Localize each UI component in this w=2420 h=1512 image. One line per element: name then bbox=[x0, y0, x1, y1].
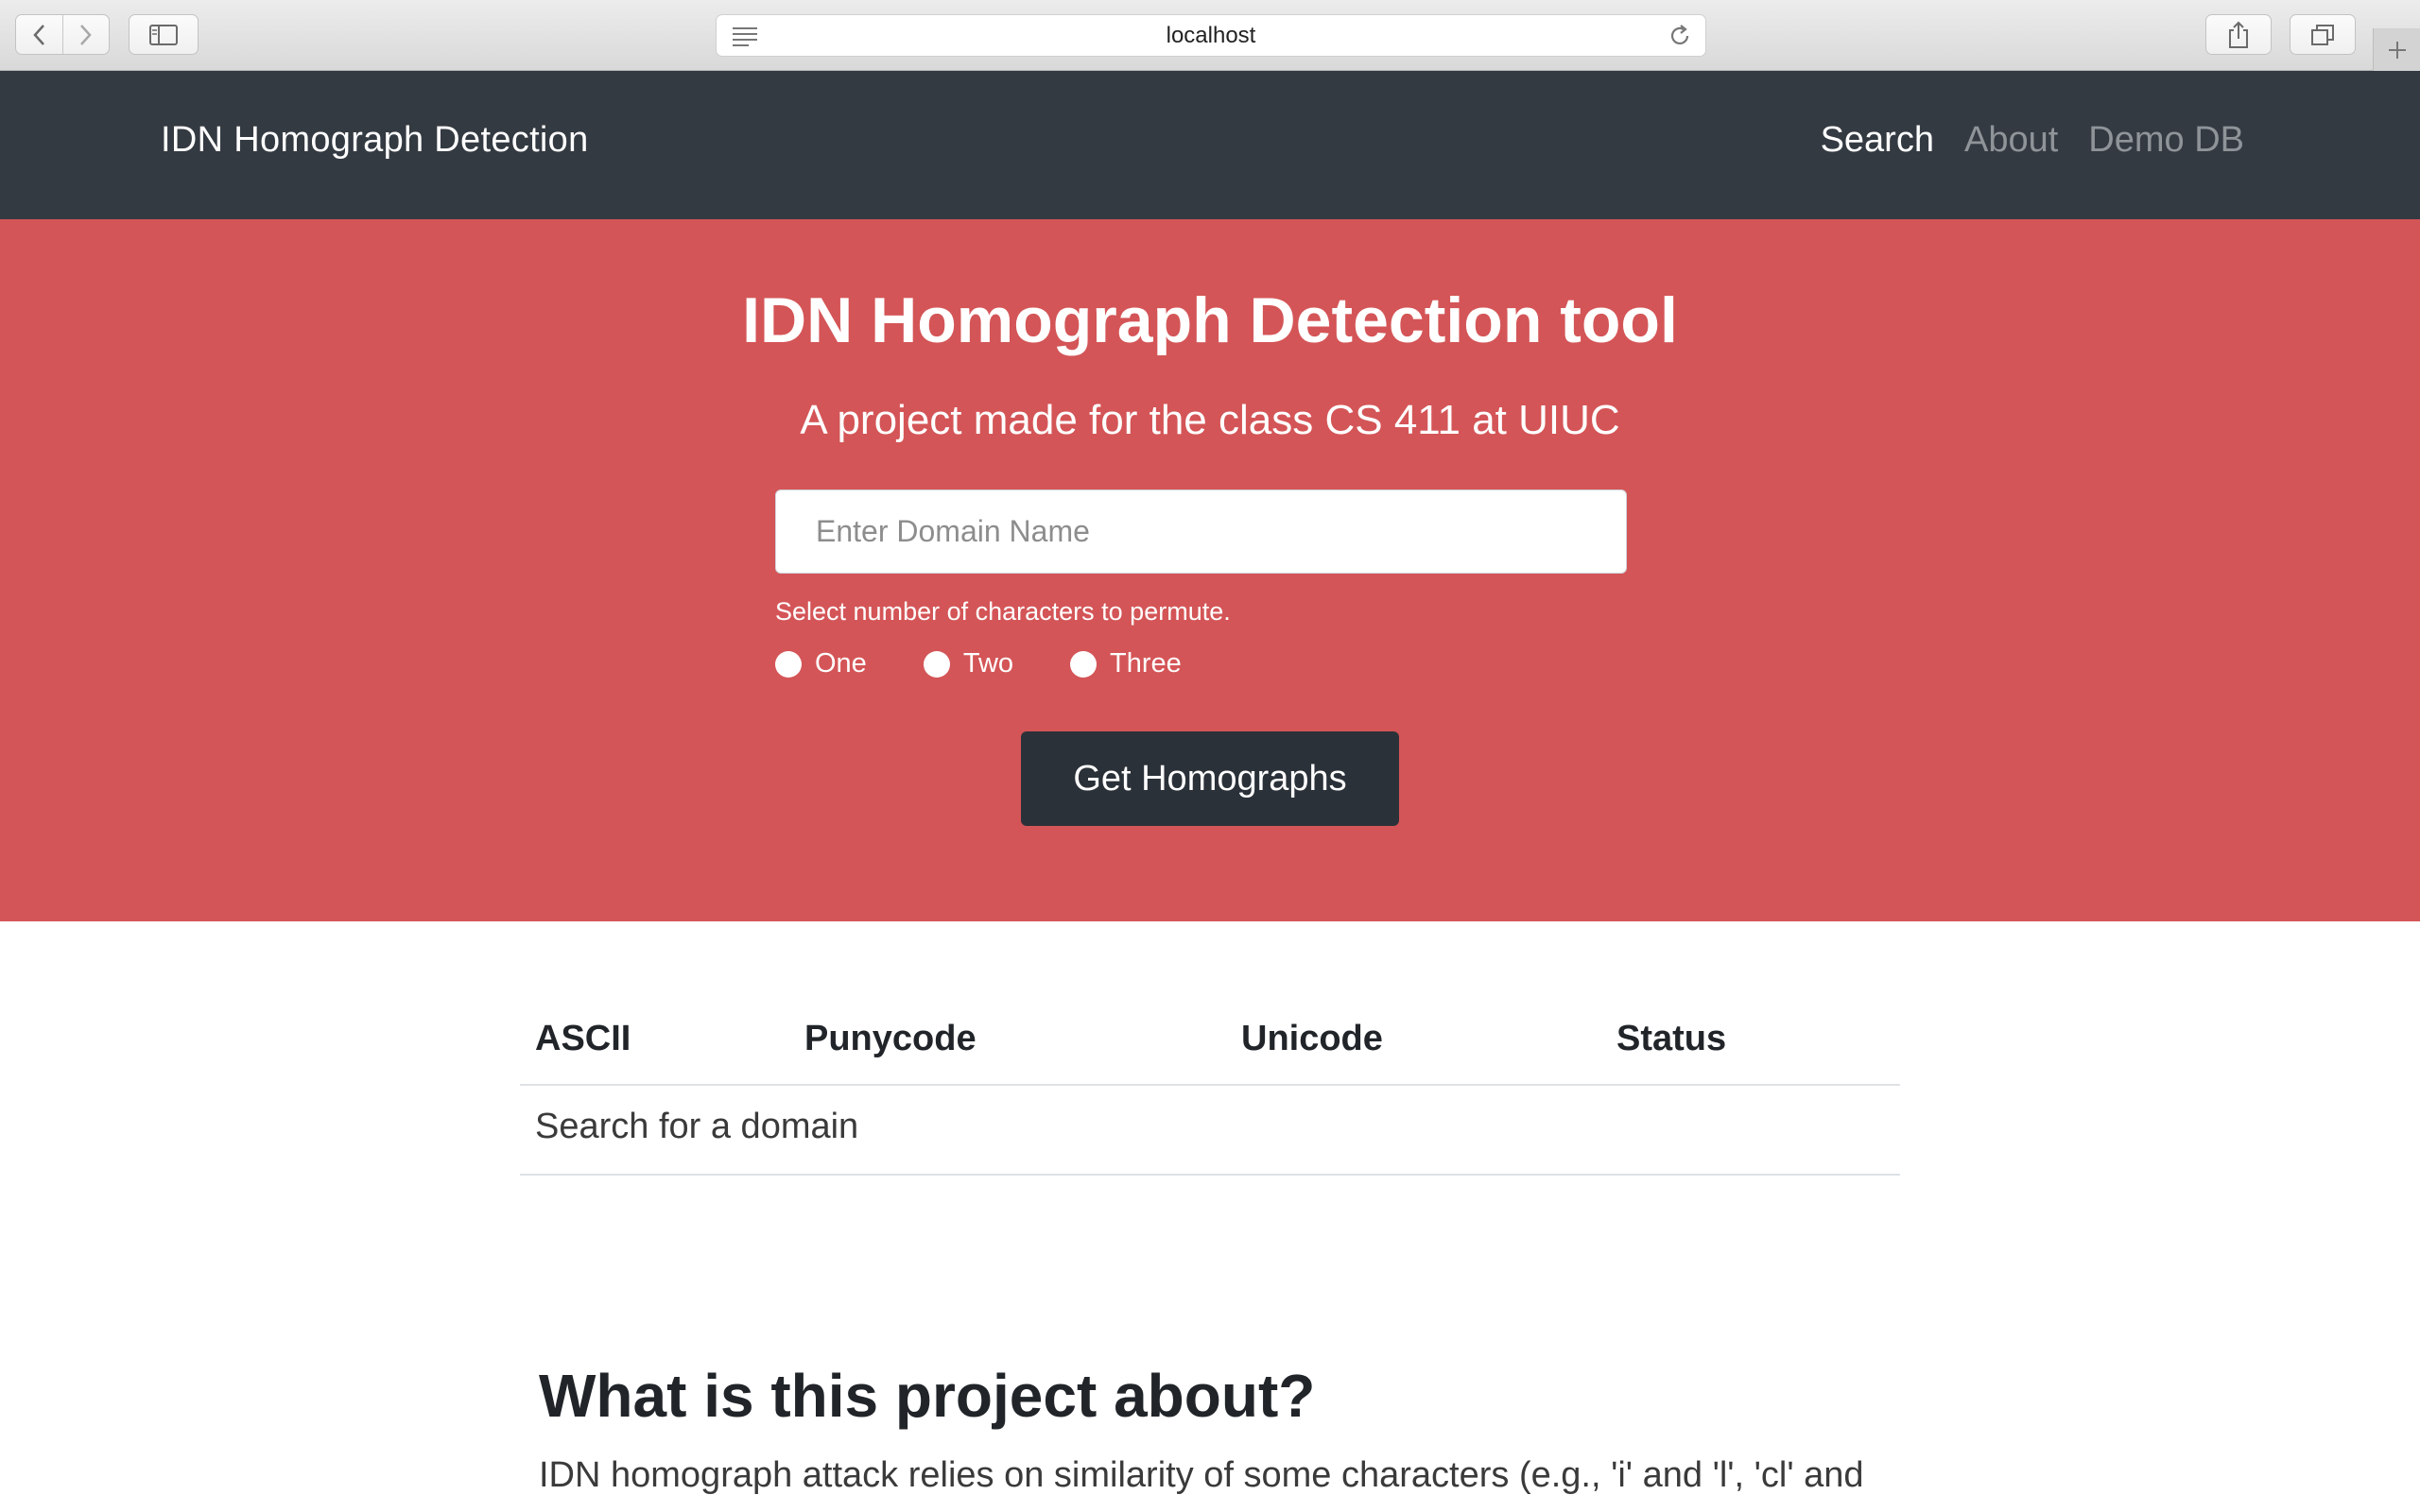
address-bar[interactable]: localhost bbox=[716, 14, 1706, 57]
browser-toolbar: localhost bbox=[0, 0, 2420, 71]
column-header-unicode: Unicode bbox=[1241, 1019, 1383, 1058]
plus-icon bbox=[2388, 41, 2406, 59]
about-paragraph: IDN homograph attack relies on similarit… bbox=[539, 1455, 1864, 1495]
nav-links: Search About Demo DB bbox=[1821, 120, 2244, 161]
reader-icon[interactable] bbox=[732, 26, 758, 46]
radio-button[interactable] bbox=[775, 650, 802, 678]
nav-link-demo-db[interactable]: Demo DB bbox=[2088, 120, 2244, 161]
show-tabs-button[interactable] bbox=[2290, 14, 2356, 55]
chevron-left-icon bbox=[33, 24, 45, 45]
nav-link-search[interactable]: Search bbox=[1821, 120, 1934, 161]
nav-link-about[interactable]: About bbox=[1964, 120, 2058, 161]
site-navbar: IDN Homograph Detection Search About Dem… bbox=[0, 71, 2420, 219]
domain-input[interactable] bbox=[775, 490, 1627, 574]
radio-option-two[interactable]: Two bbox=[923, 648, 1014, 679]
radio-option-one[interactable]: One bbox=[775, 648, 867, 679]
share-button[interactable] bbox=[2205, 14, 2272, 55]
results-table: ASCII Punycode Unicode Status Search for… bbox=[520, 1004, 1900, 1176]
forward-button[interactable] bbox=[61, 15, 109, 54]
permute-radio-group: One Two Three bbox=[775, 648, 1238, 679]
about-heading: What is this project about? bbox=[539, 1362, 1316, 1430]
page-title: IDN Homograph Detection tool bbox=[742, 284, 1678, 356]
table-header: ASCII Punycode Unicode Status bbox=[520, 1004, 1900, 1086]
empty-results-message: Search for a domain bbox=[535, 1107, 859, 1146]
get-homographs-button[interactable]: Get Homographs bbox=[1021, 731, 1399, 826]
chevron-right-icon bbox=[80, 24, 92, 45]
history-nav-group bbox=[15, 14, 110, 55]
new-tab-button[interactable] bbox=[2373, 28, 2420, 71]
column-header-ascii: ASCII bbox=[535, 1019, 631, 1058]
reload-icon[interactable] bbox=[1668, 24, 1692, 48]
permute-label: Select number of characters to permute. bbox=[775, 597, 1231, 626]
url-text: localhost bbox=[1166, 22, 1256, 48]
column-header-status: Status bbox=[1616, 1019, 1727, 1058]
brand-link[interactable]: IDN Homograph Detection bbox=[161, 120, 589, 161]
page-subtitle: A project made for the class CS 411 at U… bbox=[800, 397, 1620, 443]
share-icon bbox=[2229, 21, 2248, 48]
sidebar-toggle-button[interactable] bbox=[129, 14, 199, 55]
radio-button[interactable] bbox=[1070, 650, 1098, 678]
radio-option-three[interactable]: Three bbox=[1070, 648, 1182, 679]
radio-label: Three bbox=[1110, 648, 1182, 679]
radio-button[interactable] bbox=[923, 650, 950, 678]
radio-label: Two bbox=[962, 648, 1014, 679]
tabs-icon bbox=[2311, 24, 2334, 45]
hero-section: IDN Homograph Detection tool A project m… bbox=[0, 219, 2420, 921]
radio-label: One bbox=[815, 648, 867, 679]
back-button[interactable] bbox=[16, 15, 62, 54]
table-row: Search for a domain bbox=[520, 1086, 1900, 1176]
sidebar-icon bbox=[149, 24, 178, 45]
column-header-punycode: Punycode bbox=[804, 1019, 977, 1058]
